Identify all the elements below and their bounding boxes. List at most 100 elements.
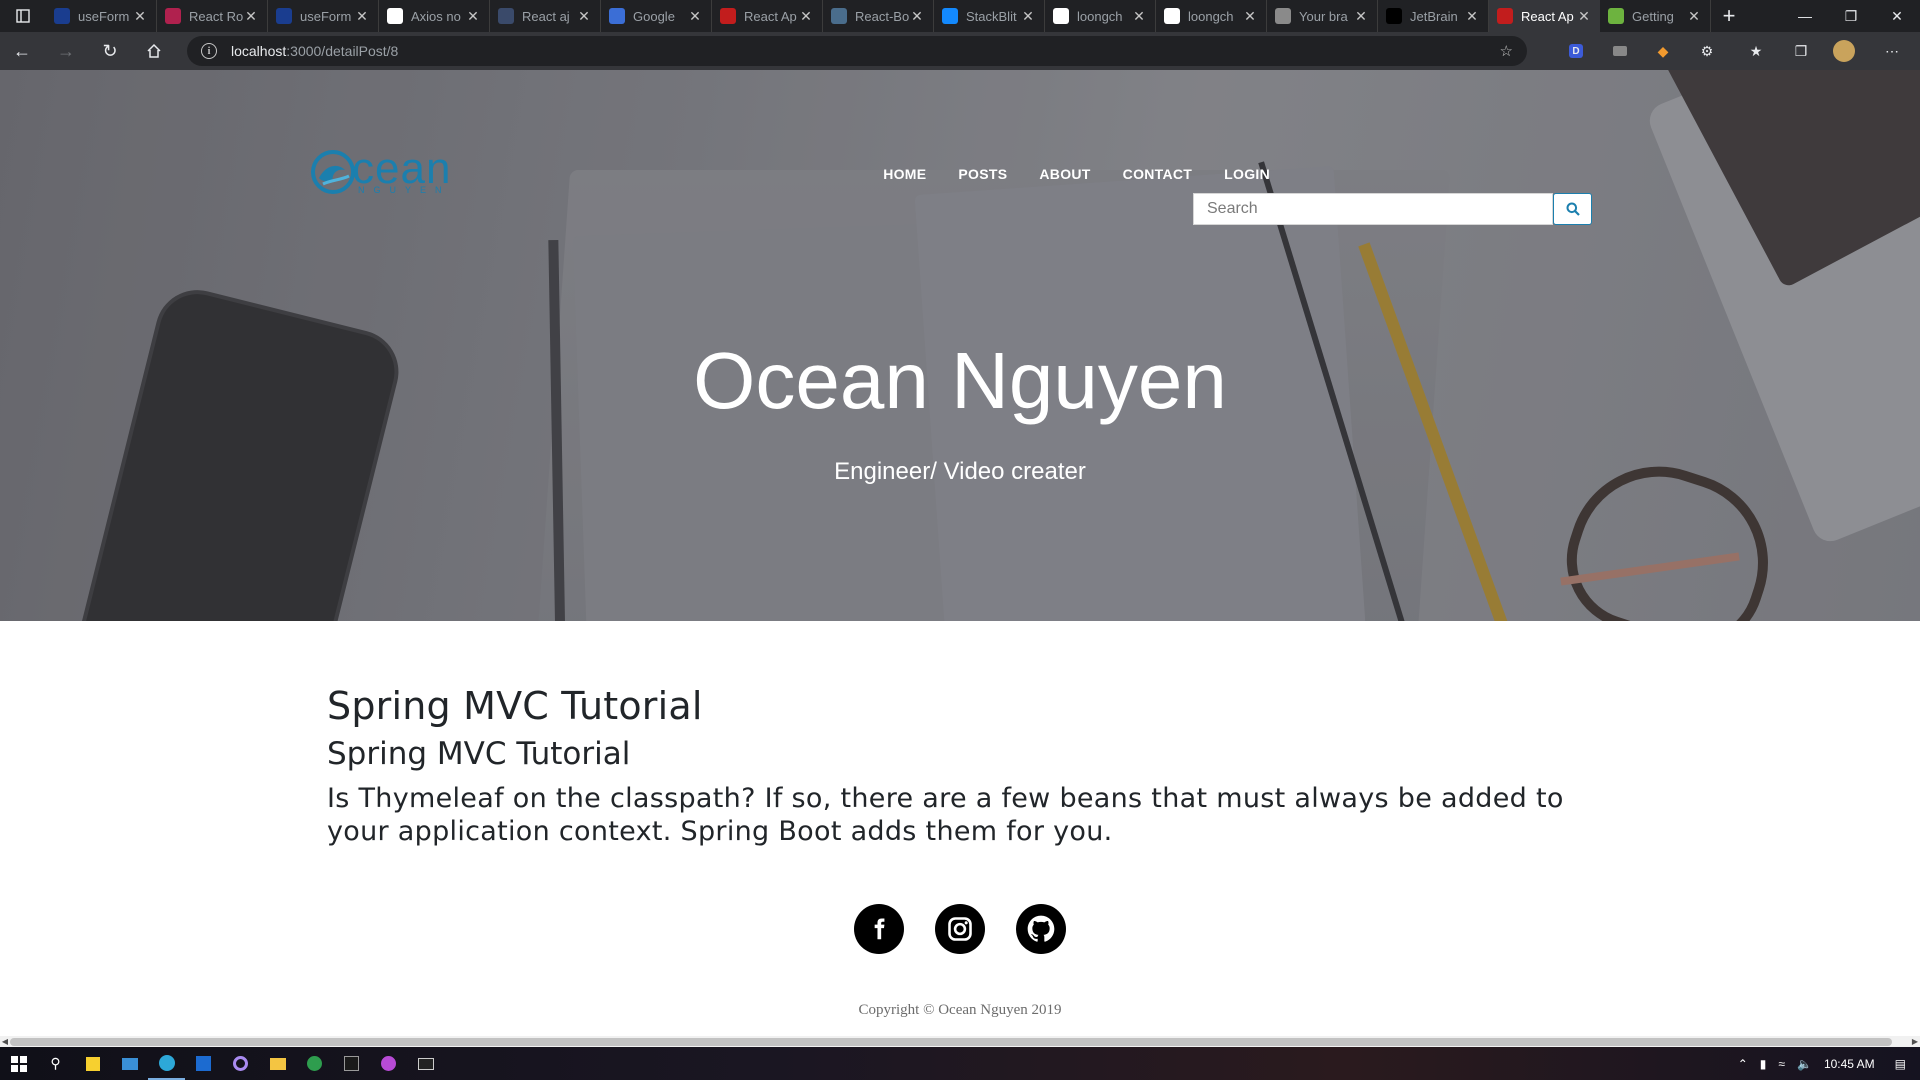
- nav-posts[interactable]: POSTS: [942, 166, 1023, 182]
- browser-tab[interactable]: React-Bo ✕: [823, 0, 934, 32]
- tab-actions-icon[interactable]: [0, 0, 46, 32]
- site-info-icon[interactable]: i: [201, 43, 217, 59]
- extension-orange-icon[interactable]: ◆: [1651, 39, 1675, 63]
- tab-favicon-icon: [609, 8, 625, 24]
- browser-toolbar: ← → ↻ i localhost:3000/detailPost/8 ☆ D …: [0, 32, 1920, 70]
- home-button[interactable]: [132, 32, 176, 70]
- tab-close-icon[interactable]: ✕: [1131, 8, 1147, 25]
- close-window-button[interactable]: ✕: [1874, 0, 1920, 32]
- tab-title: JetBrain: [1410, 8, 1458, 24]
- nav-home[interactable]: HOME: [867, 166, 942, 182]
- tab-favicon-icon: [942, 8, 958, 24]
- post-content: Spring MVC Tutorial Spring MVC Tutorial …: [327, 682, 1607, 848]
- browser-tab[interactable]: JetBrain ✕: [1378, 0, 1489, 32]
- facebook-icon: [874, 918, 885, 940]
- extensions-puzzle-icon[interactable]: ⚙: [1695, 39, 1719, 63]
- search-taskbar-icon[interactable]: ⚲: [37, 1047, 74, 1080]
- tab-favicon-icon: [387, 8, 403, 24]
- volume-icon[interactable]: 🔈: [1791, 1057, 1818, 1071]
- facebook-link[interactable]: [854, 904, 904, 954]
- tab-close-icon[interactable]: ✕: [1576, 8, 1592, 25]
- scroll-right-arrow-icon[interactable]: ▶: [1910, 1036, 1920, 1047]
- instagram-link[interactable]: [935, 904, 985, 954]
- horizontal-scrollbar[interactable]: ◀ ▶: [0, 1036, 1920, 1047]
- tab-close-icon[interactable]: ✕: [1686, 8, 1702, 25]
- tray-chevron-icon[interactable]: ⌃: [1732, 1057, 1754, 1071]
- more-menu-icon[interactable]: ⋯: [1880, 39, 1904, 63]
- battery-icon[interactable]: ▮: [1754, 1057, 1773, 1071]
- tab-close-icon[interactable]: ✕: [132, 8, 148, 25]
- browser-tab[interactable]: loongch ✕: [1045, 0, 1156, 32]
- tab-close-icon[interactable]: ✕: [1353, 8, 1369, 25]
- minimize-button[interactable]: —: [1782, 0, 1828, 32]
- browser-tab[interactable]: React Ap ✕: [1489, 0, 1600, 32]
- tab-close-icon[interactable]: ✕: [576, 8, 592, 25]
- desktop-app-icon[interactable]: [111, 1047, 148, 1080]
- tab-favicon-icon: [54, 8, 70, 24]
- intellij-icon[interactable]: [333, 1047, 370, 1080]
- app-circle-icon[interactable]: [222, 1047, 259, 1080]
- github-icon: [1027, 915, 1055, 942]
- webstorm-icon[interactable]: [185, 1047, 222, 1080]
- browser-tab[interactable]: StackBlit ✕: [934, 0, 1045, 32]
- browser-tab[interactable]: Axios no ✕: [379, 0, 490, 32]
- web-page: cean NGUYEN HOME POSTS ABOUT CONTACT LOG…: [0, 70, 1920, 1036]
- browser-tab[interactable]: React aj ✕: [490, 0, 601, 32]
- extension-gray-icon[interactable]: [1608, 39, 1632, 63]
- search-input[interactable]: [1207, 200, 1552, 218]
- url-text[interactable]: localhost:3000/detailPost/8: [231, 43, 398, 59]
- copyright-text: Copyright © Ocean Nguyen 2019: [858, 1002, 1062, 1018]
- address-bar[interactable]: i localhost:3000/detailPost/8 ☆: [187, 36, 1527, 66]
- wifi-icon[interactable]: ≈: [1772, 1057, 1791, 1071]
- search-button[interactable]: [1553, 193, 1592, 225]
- browser-tab[interactable]: useForm ✕: [268, 0, 379, 32]
- messenger-icon[interactable]: [370, 1047, 407, 1080]
- new-tab-button[interactable]: +: [1711, 0, 1747, 32]
- terminal-icon[interactable]: [407, 1047, 444, 1080]
- browser-tab[interactable]: React Ap ✕: [712, 0, 823, 32]
- reload-button[interactable]: ↻: [88, 32, 132, 70]
- tab-close-icon[interactable]: ✕: [687, 8, 703, 25]
- tab-title: StackBlit: [966, 8, 1017, 24]
- github-link[interactable]: [1016, 904, 1066, 954]
- extension-d-icon[interactable]: D: [1564, 39, 1588, 63]
- nav-login[interactable]: LOGIN: [1208, 166, 1286, 182]
- tab-close-icon[interactable]: ✕: [798, 8, 814, 25]
- start-button[interactable]: [0, 1047, 37, 1080]
- tab-favicon-icon: [831, 8, 847, 24]
- tab-title: React Ap: [1521, 8, 1574, 24]
- profile-avatar[interactable]: [1832, 39, 1856, 63]
- forward-button[interactable]: →: [44, 32, 88, 70]
- browser-tab[interactable]: useForm ✕: [46, 0, 157, 32]
- hero-subtitle: Engineer/ Video creater: [834, 458, 1086, 485]
- search-field: [1193, 193, 1553, 225]
- browser-tab[interactable]: Your bra ✕: [1267, 0, 1378, 32]
- sticky-notes-icon[interactable]: [74, 1047, 111, 1080]
- favorites-icon[interactable]: ★: [1744, 39, 1768, 63]
- edge-browser-icon[interactable]: [148, 1047, 185, 1080]
- tab-close-icon[interactable]: ✕: [465, 8, 481, 25]
- browser-tab[interactable]: loongch ✕: [1156, 0, 1267, 32]
- nav-about[interactable]: ABOUT: [1023, 166, 1106, 182]
- file-explorer-icon[interactable]: [259, 1047, 296, 1080]
- green-app-icon[interactable]: [296, 1047, 333, 1080]
- collections-icon[interactable]: ❐: [1789, 39, 1813, 63]
- tab-close-icon[interactable]: ✕: [1020, 8, 1036, 25]
- tab-close-icon[interactable]: ✕: [1464, 8, 1480, 25]
- tab-close-icon[interactable]: ✕: [1242, 8, 1258, 25]
- browser-tab[interactable]: Google ✕: [601, 0, 712, 32]
- nav-contact[interactable]: CONTACT: [1107, 166, 1209, 182]
- browser-tab[interactable]: React Ro ✕: [157, 0, 268, 32]
- browser-tab[interactable]: Getting ✕: [1600, 0, 1711, 32]
- tab-close-icon[interactable]: ✕: [909, 8, 925, 25]
- tab-close-icon[interactable]: ✕: [243, 8, 259, 25]
- scrollbar-thumb[interactable]: [10, 1038, 1892, 1046]
- restore-button[interactable]: ❐: [1828, 0, 1874, 32]
- back-button[interactable]: ←: [0, 32, 44, 70]
- scroll-left-arrow-icon[interactable]: ◀: [0, 1036, 10, 1047]
- notification-icon[interactable]: ▤: [1881, 1057, 1920, 1071]
- clock-time[interactable]: 10:45 AM: [1818, 1057, 1881, 1071]
- tab-close-icon[interactable]: ✕: [354, 8, 370, 25]
- favorite-star-icon[interactable]: ☆: [1500, 42, 1513, 60]
- tab-favicon-icon: [720, 8, 736, 24]
